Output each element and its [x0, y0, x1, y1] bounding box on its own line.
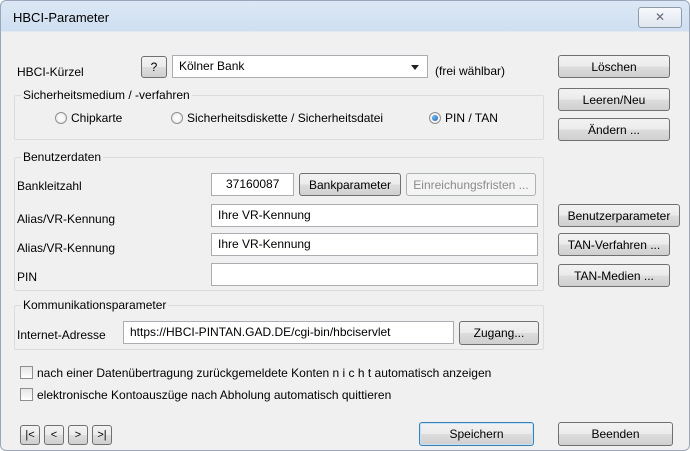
blz-input[interactable]: 37160087 — [211, 173, 294, 196]
kuerzel-combobox[interactable]: Kölner Bank — [172, 55, 428, 78]
radio-sicherheitsdiskette[interactable] — [171, 112, 183, 124]
loeschen-button[interactable]: Löschen — [558, 55, 670, 78]
bankparameter-button[interactable]: Bankparameter — [299, 173, 401, 196]
radio-pin-tan[interactable] — [429, 112, 441, 124]
radio-pin-tan-label[interactable]: PIN / TAN — [445, 111, 498, 125]
last-record-button[interactable]: >| — [92, 425, 112, 445]
checkbox-konten-anzeigen-label[interactable]: nach einer Datenübertragung zurückgemeld… — [37, 366, 491, 380]
chevron-down-icon[interactable] — [411, 65, 419, 70]
pin-input[interactable] — [211, 263, 538, 286]
tan-verfahren-button[interactable]: TAN-Verfahren ... — [558, 233, 670, 256]
blz-label: Bankleitzahl — [17, 179, 82, 193]
first-record-button[interactable]: |< — [20, 425, 40, 445]
tan-medien-button[interactable]: TAN-Medien ... — [558, 264, 670, 287]
radio-sicherheitsdiskette-label[interactable]: Sicherheitsdiskette / Sicherheitsdatei — [187, 111, 383, 125]
url-value: https://HBCI-PINTAN.GAD.DE/cgi-bin/hbcis… — [130, 325, 391, 339]
alias1-value: Ihre VR-Kennung — [218, 208, 311, 222]
radio-chipkarte[interactable] — [55, 112, 67, 124]
benutzerparameter-button[interactable]: Benutzerparameter — [558, 204, 680, 227]
window-title: HBCI-Parameter — [13, 10, 110, 25]
dialog-window: HBCI-Parameter ✕ HBCI-Kürzel ? Kölner Ba… — [0, 0, 690, 451]
dialog-body: HBCI-Kürzel ? Kölner Bank (frei wählbar)… — [7, 32, 683, 446]
url-input[interactable]: https://HBCI-PINTAN.GAD.DE/cgi-bin/hbcis… — [123, 321, 454, 344]
checkbox-kontoauszuege-quittieren-label[interactable]: elektronische Kontoauszüge nach Abholung… — [37, 388, 391, 402]
zugang-button[interactable]: Zugang... — [459, 321, 539, 345]
einreichungsfristen-button[interactable]: Einreichungsfristen ... — [406, 173, 536, 196]
next-record-button[interactable]: > — [68, 425, 88, 445]
kuerzel-hint: (frei wählbar) — [435, 64, 506, 78]
aendern-button[interactable]: Ändern ... — [558, 118, 670, 141]
comm-group-title: Kommunikationsparameter — [21, 298, 169, 312]
beenden-button[interactable]: Beenden — [558, 422, 673, 446]
alias2-input[interactable]: Ihre VR-Kennung — [211, 233, 538, 256]
userdata-group-title: Benutzerdaten — [21, 150, 104, 164]
url-label: Internet-Adresse — [17, 328, 106, 342]
alias1-input[interactable]: Ihre VR-Kennung — [211, 204, 538, 227]
alias2-label: Alias/VR-Kennung — [17, 241, 116, 255]
previous-record-button[interactable]: < — [44, 425, 64, 445]
security-group-title: Sicherheitsmedium / -verfahren — [21, 88, 192, 102]
radio-chipkarte-label[interactable]: Chipkarte — [71, 111, 122, 125]
checkbox-konten-anzeigen[interactable] — [20, 366, 33, 379]
speichern-button[interactable]: Speichern — [419, 422, 534, 446]
pin-label: PIN — [17, 270, 38, 284]
leeren-neu-button[interactable]: Leeren/Neu — [558, 88, 670, 111]
alias1-label: Alias/VR-Kennung — [17, 212, 116, 226]
blz-value: 37160087 — [226, 177, 280, 191]
title-bar: HBCI-Parameter ✕ — [1, 1, 689, 31]
kuerzel-label: HBCI-Kürzel — [17, 65, 84, 79]
help-button[interactable]: ? — [141, 56, 167, 78]
kuerzel-value: Kölner Bank — [179, 59, 245, 73]
checkbox-kontoauszuege-quittieren[interactable] — [20, 388, 33, 401]
alias2-value: Ihre VR-Kennung — [218, 237, 311, 251]
close-button[interactable]: ✕ — [638, 7, 682, 28]
